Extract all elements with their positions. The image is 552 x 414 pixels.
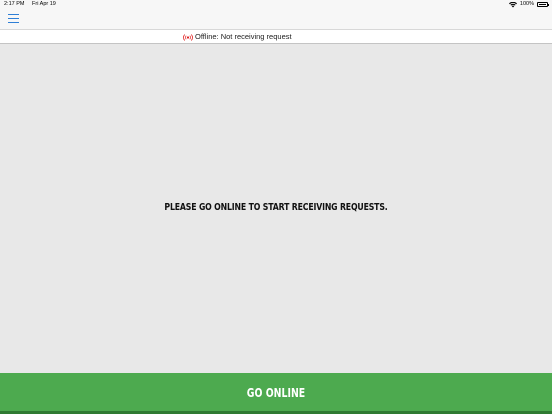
go-online-prompt: PLEASE GO ONLINE TO START RECEIVING REQU… [164,202,388,213]
battery-percentage: 100% [519,1,534,7]
status-bar-right: 100% [508,0,549,9]
hamburger-menu-icon[interactable] [8,14,19,23]
offline-status-text: Offline: Not receiving request [195,32,292,41]
status-date: Fri Apr 19 [32,1,56,7]
wifi-icon [508,1,517,7]
offline-status: Offline: Not receiving request [183,30,292,44]
battery-full-icon [537,2,549,7]
status-bar: 2:17 PM Fri Apr 19 100% [0,0,552,9]
status-time: 2:17 PM [4,1,25,7]
requests-area: PLEASE GO ONLINE TO START RECEIVING REQU… [0,44,552,373]
navigation-bar [0,9,552,29]
go-online-button[interactable]: GO ONLINE [0,373,552,414]
status-bar-left: 2:17 PM Fri Apr 19 [4,0,62,9]
go-online-button-label: GO ONLINE [246,386,306,400]
broadcast-offline-icon [183,33,193,41]
offline-status-banner: Offline: Not receiving request [0,29,552,44]
